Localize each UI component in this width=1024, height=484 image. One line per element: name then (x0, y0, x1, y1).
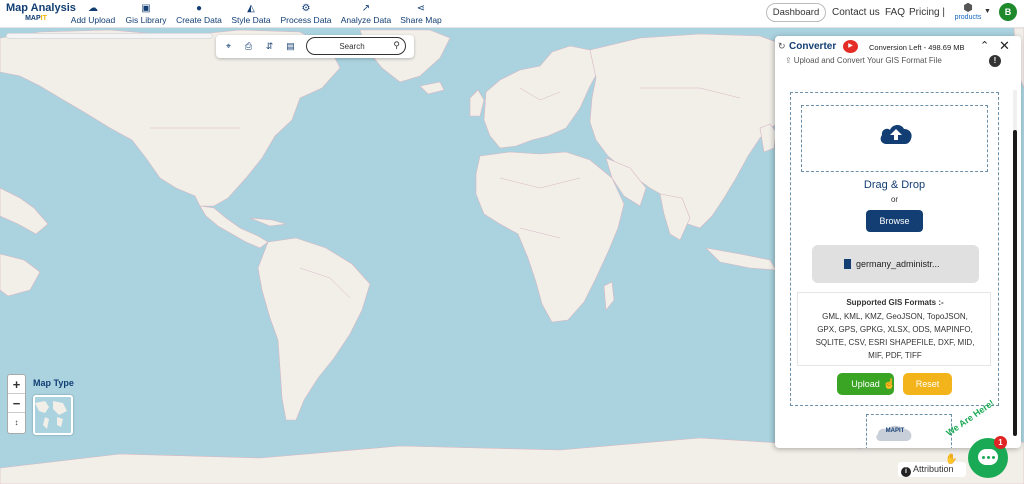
cloud-upload-icon (880, 124, 912, 144)
nav-add-upload-label: Add Upload (70, 15, 116, 25)
location-pin-icon: ● (195, 3, 203, 14)
formats-title: Supported GIS Formats :- (846, 298, 944, 307)
conversion-left-text: Conversion Left - 498.69 MB (869, 43, 965, 52)
cube-icon: ⬢ (963, 2, 973, 14)
converter-subtitle-text: Upload and Convert Your GIS Format File (793, 56, 942, 65)
search-icon[interactable]: ⚲ (393, 40, 400, 51)
youtube-icon[interactable]: ▶ (843, 40, 858, 53)
zoom-out-button[interactable]: − (8, 394, 25, 413)
brand-sub-suffix: IT (40, 15, 47, 22)
dashboard-button[interactable]: Dashboard (766, 3, 826, 22)
drop-area[interactable] (801, 105, 988, 172)
mapit-cloud-logo: MAPIT (875, 423, 915, 443)
nav-analyze-data[interactable]: ↗ Analyze Data (339, 3, 393, 25)
formats-line: MIF, PDF, TIFF (868, 351, 922, 360)
or-label: or (890, 195, 899, 204)
formats-line: GML, KML, KMZ, GeoJSON, TopoJSON, (822, 312, 968, 321)
supported-formats-box: Supported GIS Formats :- GML, KML, KMZ, … (797, 292, 991, 366)
collapse-icon[interactable]: ⌃ (980, 39, 989, 52)
nav-share-map-label: Share Map (400, 15, 442, 25)
search-input[interactable] (315, 40, 389, 52)
measure-icon[interactable]: ⇵ (263, 40, 276, 53)
print-icon[interactable]: ⎙ (242, 40, 255, 53)
zoom-in-button[interactable]: + (8, 375, 25, 394)
search-box: ⚲ (306, 37, 406, 55)
formats-line: SQLITE, CSV, ESRI SHAPEFILE, DXF, MID, (815, 338, 975, 347)
locate-icon[interactable]: ⌖ (222, 40, 235, 53)
process-icon: ⚙ (301, 3, 311, 14)
upload-zone: Drag & Drop or Browse germany_administr.… (790, 92, 999, 406)
comment-icon[interactable]: ▤ (284, 40, 297, 53)
selected-file-chip: germany_administr... (812, 245, 979, 283)
chat-notification-badge: 1 (994, 436, 1007, 449)
nav-process-data-label: Process Data (280, 15, 332, 25)
top-navigation-bar: Map Analysis MAPIT ☁ Add Upload ▣ Gis Li… (0, 0, 1024, 28)
hand-cursor-icon: ☝ (883, 379, 896, 390)
zoom-control: + − ↕ (7, 374, 26, 434)
close-icon[interactable]: ✕ (999, 38, 1010, 54)
nav-create-data-label: Create Data (176, 15, 222, 25)
nav-share-map[interactable]: ⋖ Share Map (399, 3, 443, 25)
map-toolbar: ⌖ ⎙ ⇵ ▤ ⚲ (216, 35, 414, 58)
pricing-link[interactable]: Pricing | (909, 7, 945, 18)
scrollbar-thumb[interactable] (1013, 130, 1017, 436)
panel-scrollbar[interactable] (1013, 90, 1017, 436)
mapit-logo-text: MAPIT (885, 428, 905, 434)
library-icon: ▣ (141, 3, 151, 14)
brand-sub-prefix: MAP (25, 15, 41, 22)
reset-button[interactable]: Reset (903, 373, 952, 395)
products-label: products (954, 14, 982, 21)
brand-subtitle: MAPIT (6, 15, 66, 22)
converter-logo-box: MAPIT (866, 414, 952, 448)
map-type-label: Map Type (33, 378, 74, 388)
analyze-icon: ↗ (361, 3, 371, 14)
map-type-preview (35, 401, 67, 429)
share-icon: ⋖ (416, 3, 426, 14)
cloud-upload-icon: ☁ (88, 3, 98, 14)
nav-create-data[interactable]: ● Create Data (175, 3, 223, 25)
converter-title: Converter (789, 41, 837, 52)
refresh-icon[interactable]: ↻ (778, 41, 786, 52)
browse-button[interactable]: Browse (866, 210, 923, 232)
layer-progress-strip (6, 33, 213, 39)
converter-panel: ↻ Converter ▶ Conversion Left - 498.69 M… (775, 36, 1021, 448)
chevron-down-icon[interactable]: ▼ (984, 8, 991, 15)
info-icon[interactable]: ! (989, 55, 1001, 67)
nav-process-data[interactable]: ⚙ Process Data (279, 3, 333, 25)
style-icon: ◭ (247, 3, 255, 14)
brand-title: Map Analysis (6, 2, 76, 14)
reset-view-button[interactable]: ↕ (8, 413, 25, 432)
converter-subtitle: ⇪ Upload and Convert Your GIS Format File (785, 56, 1011, 68)
nav-gis-library[interactable]: ▣ Gis Library (123, 3, 169, 25)
faq-link[interactable]: FAQ (885, 7, 905, 18)
info-circle-icon: i (901, 467, 911, 477)
map-type-thumbnail[interactable] (33, 395, 73, 435)
nav-gis-library-label: Gis Library (125, 15, 167, 25)
selected-file-name: germany_administr... (856, 259, 940, 269)
converter-header: ↻ Converter ▶ Conversion Left - 498.69 M… (775, 36, 1021, 58)
nav-analyze-data-label: Analyze Data (340, 15, 392, 25)
nav-style-data[interactable]: ◭ Style Data (230, 3, 272, 25)
products-menu[interactable]: ⬢ products (950, 2, 986, 21)
drag-drop-label: Drag & Drop (863, 179, 926, 191)
user-avatar[interactable]: B (999, 3, 1017, 21)
attribution-label: Attribution (913, 464, 954, 474)
upload-file-icon: ⇪ (785, 56, 792, 65)
formats-line: GPX, GPS, GPKG, XLSX, ODS, MAPINFO, (817, 325, 973, 334)
nav-add-upload[interactable]: ☁ Add Upload (70, 3, 116, 25)
brand-logo[interactable]: Map Analysis MAPIT (6, 2, 76, 22)
chat-icon (978, 449, 998, 465)
file-icon (844, 259, 851, 269)
app-root: Map Analysis MAPIT ☁ Add Upload ▣ Gis Li… (0, 0, 1024, 484)
contact-us-link[interactable]: Contact us (832, 7, 880, 18)
nav-style-data-label: Style Data (231, 15, 271, 25)
wave-hand-icon: ✋ (945, 454, 958, 465)
